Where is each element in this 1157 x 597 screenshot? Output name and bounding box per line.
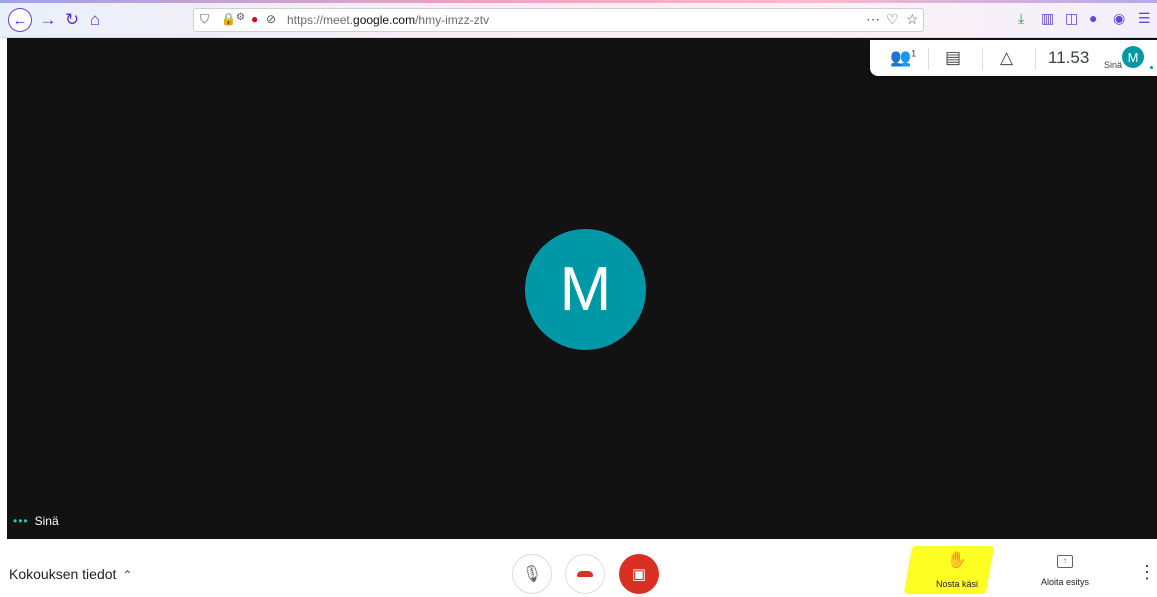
self-name: Sinä — [34, 514, 59, 528]
toolbar-accent-line — [0, 0, 1157, 3]
divider — [982, 48, 983, 70]
camera-blocked-icon[interactable]: ⊘ — [266, 12, 276, 26]
sidebar-icon[interactable]: ◫ — [1065, 10, 1078, 27]
activities-icon[interactable]: △ — [1000, 48, 1013, 68]
shield-icon[interactable]: ⛉ — [200, 12, 209, 27]
bookmark-star-icon[interactable]: ☆ — [906, 11, 919, 28]
url-bar[interactable]: ⛉ 🔒 ⚙ ● ⊘ https://meet.google.com/hmy-im… — [193, 8, 924, 32]
lock-icon[interactable]: 🔒 — [221, 12, 236, 26]
forward-arrow-icon[interactable]: → — [37, 9, 59, 31]
camera-toggle-button[interactable]: ▣ — [619, 554, 659, 594]
pocket-icon[interactable]: ♡ — [886, 11, 899, 28]
meeting-details-label: Kokouksen tiedot — [9, 566, 117, 582]
camera-off-icon: ▣ — [631, 566, 647, 583]
hang-up-icon — [577, 571, 593, 577]
present-label: Aloita esitys — [1040, 577, 1090, 587]
microphone-icon[interactable]: ● — [251, 12, 258, 26]
download-icon[interactable]: ⤓ — [1018, 10, 1024, 27]
participants-icon: 👥 — [890, 48, 912, 67]
extension-icon[interactable]: ● — [1089, 10, 1097, 26]
participants-button[interactable]: 👥1 — [890, 48, 916, 68]
meeting-clock: 11.53 — [1048, 48, 1090, 67]
raise-hand-button[interactable]: ✋ Nosta käsi — [922, 550, 992, 589]
permissions-icon[interactable]: ⚙ — [236, 12, 245, 23]
hand-icon: ✋ — [947, 552, 967, 569]
chat-icon[interactable]: ▤ — [945, 48, 961, 68]
account-extension-icon[interactable]: ◉ — [1113, 10, 1125, 27]
present-screen-icon: ↑ — [1057, 555, 1073, 568]
meeting-top-panel: 👥1 ▤ △ 11.53 Sinä M — [870, 40, 1157, 76]
video-stage: M ••• Sinä — [7, 38, 1157, 539]
raise-hand-label: Nosta käsi — [935, 579, 979, 589]
self-tile-label: ••• Sinä — [13, 514, 59, 528]
speaking-indicator — [1150, 66, 1153, 69]
divider — [1035, 48, 1036, 70]
page-actions-icon[interactable]: ⋯ — [866, 11, 880, 28]
more-options-icon[interactable]: ⋮ — [1138, 563, 1156, 581]
me-avatar[interactable]: M — [1122, 46, 1144, 68]
more-options-dots-icon[interactable]: ••• — [13, 514, 29, 528]
url-text: https://meet.google.com/hmy-imzz-ztv — [287, 13, 490, 27]
leave-call-button[interactable] — [565, 554, 605, 594]
microphone-toggle-button[interactable]: 🎙 — [512, 554, 552, 594]
browser-toolbar: ← → ↻ ⌂ ⛉ 🔒 ⚙ ● ⊘ https://meet.google.co… — [0, 0, 1157, 38]
back-arrow-icon[interactable]: ← — [8, 8, 32, 32]
participants-count: 1 — [911, 48, 917, 59]
present-now-button[interactable]: ↑ Aloita esitys — [1030, 555, 1100, 587]
menu-icon[interactable]: ☰ — [1138, 10, 1151, 27]
chevron-up-icon: ⌃ — [122, 568, 133, 582]
microphone-icon: 🎙 — [521, 566, 543, 583]
meeting-details-button[interactable]: Kokouksen tiedot ⌃ — [9, 566, 132, 582]
me-label: Sinä — [1104, 60, 1123, 70]
reload-icon[interactable]: ↻ — [61, 9, 83, 31]
home-icon[interactable]: ⌂ — [84, 9, 106, 31]
library-icon[interactable]: ▥ — [1041, 10, 1054, 27]
divider — [928, 48, 929, 70]
participant-avatar: M — [525, 229, 646, 350]
